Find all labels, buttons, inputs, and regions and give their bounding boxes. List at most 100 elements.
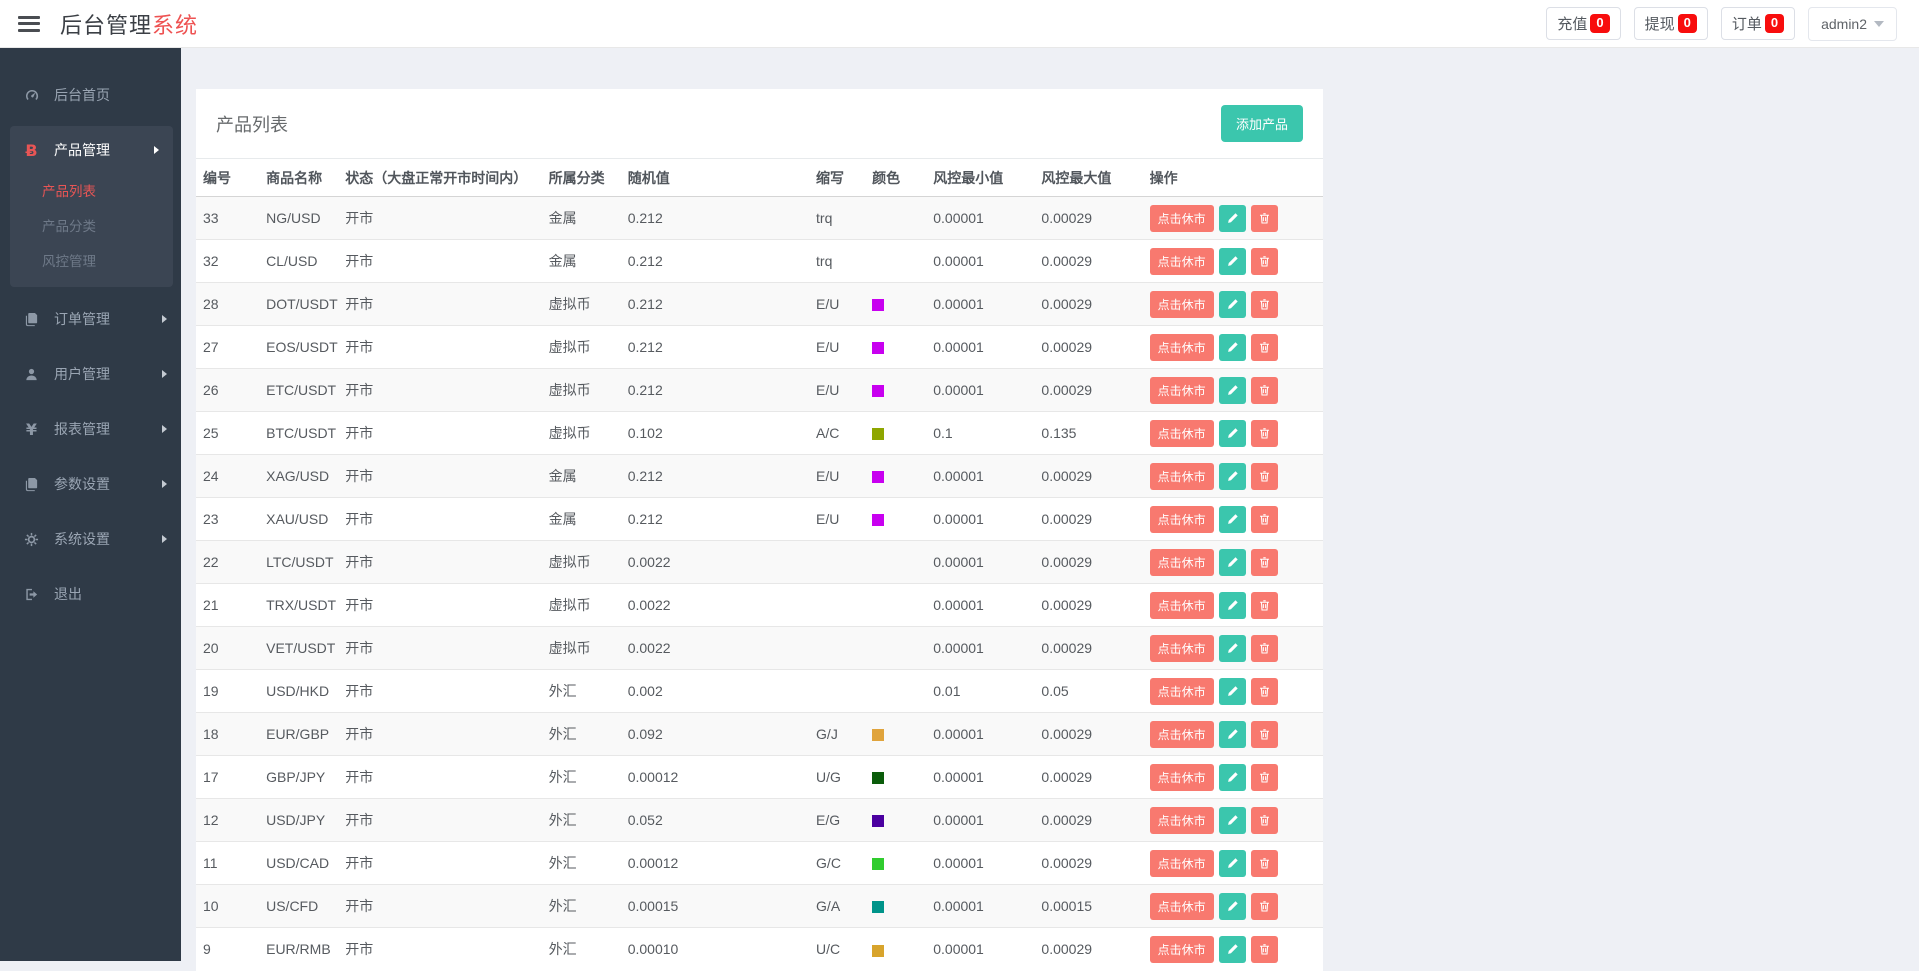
edit-button[interactable] xyxy=(1219,592,1246,619)
sidebar-group-product-management: Ƀ产品管理产品列表产品分类风控管理 xyxy=(10,126,173,287)
sidebar-item-order-management[interactable]: 订单管理 xyxy=(0,295,181,343)
edit-button[interactable] xyxy=(1219,635,1246,662)
edit-button[interactable] xyxy=(1219,936,1246,963)
close-market-button[interactable]: 点击休市 xyxy=(1150,506,1214,533)
column-header: 缩写 xyxy=(816,159,872,197)
table-row: 26ETC/USDT开市虚拟币0.212E/U0.000010.00029点击休… xyxy=(196,369,1323,412)
product-category: 外汇 xyxy=(549,799,628,842)
delete-button[interactable] xyxy=(1251,592,1278,619)
sidebar-item-user-management[interactable]: 用户管理 xyxy=(0,350,181,398)
user-menu[interactable]: admin2 xyxy=(1808,7,1897,41)
product-name: VET/USDT xyxy=(266,627,345,670)
edit-button[interactable] xyxy=(1219,721,1246,748)
delete-button[interactable] xyxy=(1251,377,1278,404)
sidebar-item-system-settings[interactable]: 系统设置 xyxy=(0,515,181,563)
delete-button[interactable] xyxy=(1251,291,1278,318)
abbreviation: G/A xyxy=(816,885,872,928)
edit-button[interactable] xyxy=(1219,678,1246,705)
edit-button[interactable] xyxy=(1219,377,1246,404)
edit-button[interactable] xyxy=(1219,291,1246,318)
close-market-button[interactable]: 点击休市 xyxy=(1150,420,1214,447)
product-color xyxy=(872,756,933,799)
close-market-button[interactable]: 点击休市 xyxy=(1150,549,1214,576)
recharge-button[interactable]: 充值0 xyxy=(1546,7,1620,40)
actions-cell: 点击休市 xyxy=(1150,240,1323,283)
close-market-button[interactable]: 点击休市 xyxy=(1150,678,1214,705)
delete-button[interactable] xyxy=(1251,248,1278,275)
delete-button[interactable] xyxy=(1251,205,1278,232)
withdraw-button[interactable]: 提现0 xyxy=(1634,7,1708,40)
delete-button[interactable] xyxy=(1251,850,1278,877)
orders-button[interactable]: 订单0 xyxy=(1721,7,1795,40)
close-market-button[interactable]: 点击休市 xyxy=(1150,377,1214,404)
edit-button[interactable] xyxy=(1219,205,1246,232)
edit-button[interactable] xyxy=(1219,764,1246,791)
close-market-button[interactable]: 点击休市 xyxy=(1150,463,1214,490)
edit-button[interactable] xyxy=(1219,248,1246,275)
close-market-button[interactable]: 点击休市 xyxy=(1150,764,1214,791)
sidebar-item-product-category[interactable]: 产品分类 xyxy=(10,209,173,244)
delete-button[interactable] xyxy=(1251,420,1278,447)
delete-button[interactable] xyxy=(1251,549,1278,576)
delete-button[interactable] xyxy=(1251,764,1278,791)
close-market-button[interactable]: 点击休市 xyxy=(1150,721,1214,748)
edit-button[interactable] xyxy=(1219,463,1246,490)
close-market-button[interactable]: 点击休市 xyxy=(1150,850,1214,877)
color-swatch xyxy=(872,772,884,784)
table-row: 27EOS/USDT开市虚拟币0.212E/U0.000010.00029点击休… xyxy=(196,326,1323,369)
product-color xyxy=(872,713,933,756)
recharge-count-badge: 0 xyxy=(1590,14,1609,33)
product-name: EUR/RMB xyxy=(266,928,345,971)
menu-toggle-icon[interactable] xyxy=(18,16,40,32)
delete-button[interactable] xyxy=(1251,936,1278,963)
sidebar-item-product-list[interactable]: 产品列表 xyxy=(10,174,173,209)
edit-button[interactable] xyxy=(1219,506,1246,533)
withdraw-label: 提现 xyxy=(1645,13,1675,34)
close-market-button[interactable]: 点击休市 xyxy=(1150,248,1214,275)
close-market-button[interactable]: 点击休市 xyxy=(1150,936,1214,963)
add-product-button[interactable]: 添加产品 xyxy=(1221,105,1303,142)
edit-button[interactable] xyxy=(1219,893,1246,920)
sidebar-item-report-management[interactable]: ¥报表管理 xyxy=(0,405,181,453)
pencil-icon xyxy=(1226,556,1239,569)
close-market-button[interactable]: 点击休市 xyxy=(1150,893,1214,920)
close-market-button[interactable]: 点击休市 xyxy=(1150,807,1214,834)
delete-button[interactable] xyxy=(1251,807,1278,834)
delete-button[interactable] xyxy=(1251,506,1278,533)
edit-button[interactable] xyxy=(1219,850,1246,877)
color-swatch xyxy=(872,858,884,870)
sidebar-item-risk-management[interactable]: 风控管理 xyxy=(10,244,173,279)
sidebar-item-dashboard[interactable]: 后台首页 xyxy=(0,71,181,119)
delete-button[interactable] xyxy=(1251,334,1278,361)
edit-button[interactable] xyxy=(1219,420,1246,447)
trash-icon xyxy=(1258,943,1271,956)
product-id: 19 xyxy=(196,670,266,713)
sidebar-item-logout[interactable]: 退出 xyxy=(0,570,181,618)
trash-icon xyxy=(1258,298,1271,311)
close-market-button[interactable]: 点击休市 xyxy=(1150,635,1214,662)
product-name: BTC/USDT xyxy=(266,412,345,455)
delete-button[interactable] xyxy=(1251,721,1278,748)
app-title-dark: 后台管理 xyxy=(60,13,152,38)
product-status: 开市 xyxy=(345,584,548,627)
sidebar-item-parameter-settings[interactable]: 参数设置 xyxy=(0,460,181,508)
close-market-button[interactable]: 点击休市 xyxy=(1150,334,1214,361)
delete-button[interactable] xyxy=(1251,893,1278,920)
close-market-button[interactable]: 点击休市 xyxy=(1150,205,1214,232)
close-market-button[interactable]: 点击休市 xyxy=(1150,592,1214,619)
close-market-button[interactable]: 点击休市 xyxy=(1150,291,1214,318)
risk-max-value: 0.00029 xyxy=(1041,369,1149,412)
sidebar-item-product-management[interactable]: Ƀ产品管理 xyxy=(10,126,173,174)
delete-button[interactable] xyxy=(1251,463,1278,490)
delete-button[interactable] xyxy=(1251,635,1278,662)
abbreviation xyxy=(816,541,872,584)
edit-button[interactable] xyxy=(1219,549,1246,576)
pencil-icon xyxy=(1226,470,1239,483)
column-header: 商品名称 xyxy=(266,159,345,197)
pencil-icon xyxy=(1226,255,1239,268)
delete-button[interactable] xyxy=(1251,678,1278,705)
actions-cell: 点击休市 xyxy=(1150,756,1323,799)
trash-icon xyxy=(1258,556,1271,569)
edit-button[interactable] xyxy=(1219,334,1246,361)
edit-button[interactable] xyxy=(1219,807,1246,834)
